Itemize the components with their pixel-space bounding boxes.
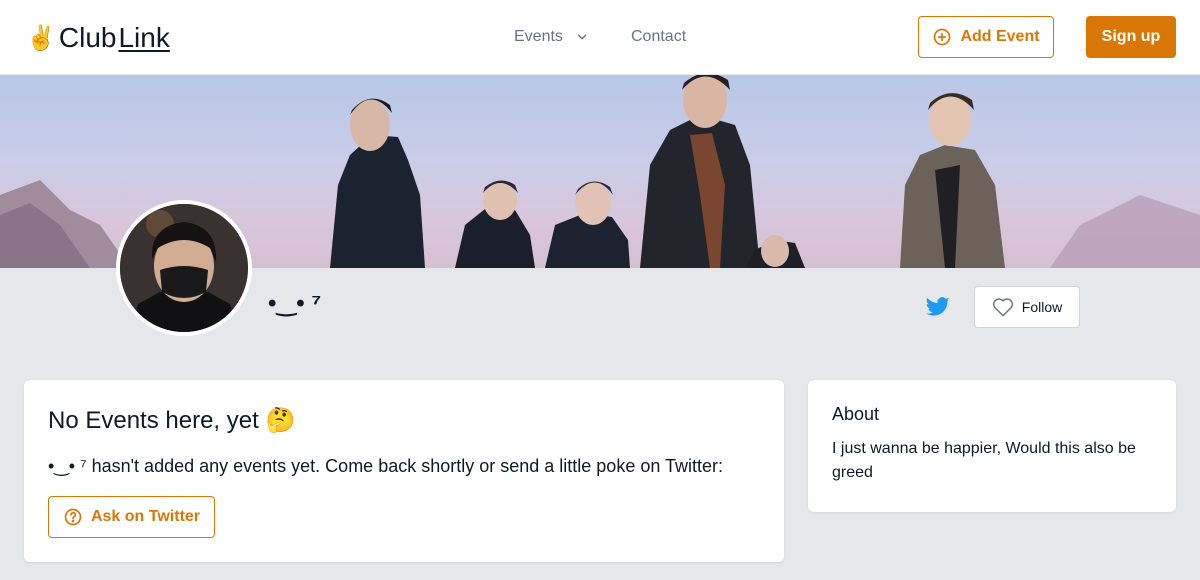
logo-text-link: Link [118, 22, 170, 53]
nav-contact-link[interactable]: Contact [631, 25, 686, 49]
plus-circle-icon [932, 27, 952, 47]
ask-on-twitter-label: Ask on Twitter [90, 508, 201, 525]
signup-button[interactable]: Sign up [1086, 16, 1176, 58]
events-card: No Events here, yet 🤔 •‿• ⁷ hasn't added… [24, 380, 784, 562]
follow-button[interactable]: Follow [974, 286, 1080, 328]
nav-events-label: Events [514, 28, 563, 45]
about-card: About I just wanna be happier, Would thi… [808, 380, 1176, 512]
question-circle-icon [63, 507, 83, 527]
logo-text-club: Club [58, 22, 117, 53]
profile-name: •‿• ⁷ [268, 290, 322, 317]
victory-hand-icon: ✌️ [26, 24, 56, 52]
profile-avatar [116, 200, 252, 336]
events-empty-title: No Events here, yet 🤔 [48, 407, 296, 434]
chevron-down-icon [575, 30, 589, 44]
heart-icon [992, 297, 1014, 317]
add-event-label: Add Event [960, 28, 1040, 45]
top-navbar: ✌️ Club Link Events Contact Add Event Sig… [0, 0, 1200, 75]
twitter-icon[interactable] [926, 296, 950, 318]
about-title: About [832, 404, 880, 424]
add-event-button[interactable]: Add Event [918, 16, 1054, 58]
events-empty-message: •‿• ⁷ hasn't added any events yet. Come … [48, 456, 724, 476]
clublink-logo[interactable]: ✌️ Club Link [26, 20, 170, 56]
about-text: I just wanna be happier, Would this also… [832, 440, 1136, 481]
ask-on-twitter-button[interactable]: Ask on Twitter [48, 496, 215, 538]
follow-label: Follow [1021, 299, 1063, 315]
nav-events-dropdown[interactable]: Events [514, 25, 589, 49]
